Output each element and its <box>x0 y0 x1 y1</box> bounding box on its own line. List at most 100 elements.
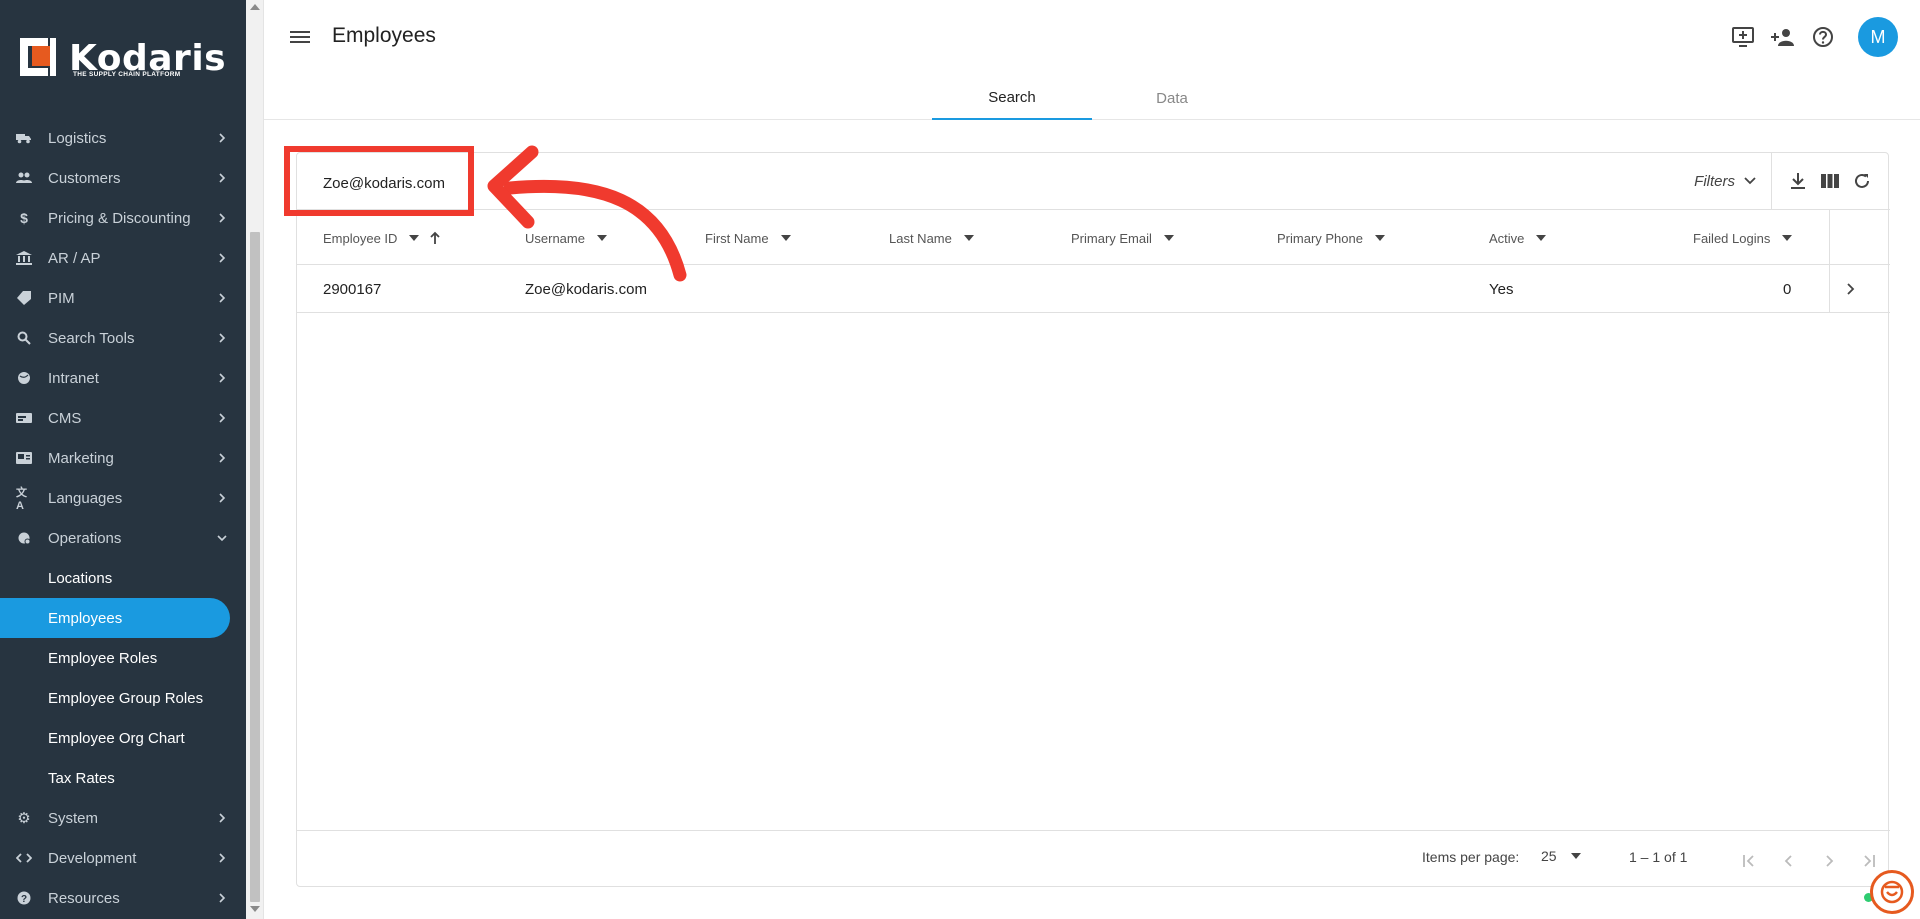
column-header-primary-phone[interactable]: Primary Phone <box>1277 210 1385 266</box>
brand-tagline: THE SUPPLY CHAIN PLATFORM <box>73 71 181 78</box>
items-per-page-select[interactable]: 25 <box>1541 848 1581 864</box>
dollar-icon: $ <box>20 210 28 226</box>
sidebar-item-label: Customers <box>48 169 121 187</box>
download-icon[interactable] <box>1782 165 1814 197</box>
sidebar-item-label: Logistics <box>48 129 107 147</box>
sort-dropdown-icon <box>780 235 791 241</box>
sidebar-item-ar-ap[interactable]: AR / AP <box>0 238 246 278</box>
sidebar-item-development[interactable]: Development <box>0 838 246 878</box>
help-circle-icon[interactable] <box>1810 24 1836 50</box>
gear-icon: ⚙ <box>17 810 31 827</box>
sidebar-item-label: Employees <box>48 609 123 627</box>
first-page-icon[interactable] <box>1729 843 1769 879</box>
row-open-chevron-icon[interactable] <box>1845 265 1857 313</box>
sidebar-subitem-employee-org-chart[interactable]: Employee Org Chart <box>0 718 246 758</box>
column-header-first-name[interactable]: First Name <box>705 210 791 266</box>
sidebar-item-pricing[interactable]: $ Pricing & Discounting <box>0 198 246 238</box>
chevron-right-icon <box>219 493 226 503</box>
svg-text:?: ? <box>21 894 27 905</box>
scrollbar-thumb[interactable] <box>250 232 260 902</box>
sidebar-item-intranet[interactable]: Intranet <box>0 358 246 398</box>
column-label: Employee ID <box>323 230 398 246</box>
app-root: Kodaris THE SUPPLY CHAIN PLATFORM Logist… <box>0 0 1920 919</box>
sidebar-item-logistics[interactable]: Logistics <box>0 118 246 158</box>
page-tabs: Search Data <box>932 76 1252 120</box>
chevron-right-icon <box>219 333 226 343</box>
sidebar-subitem-tax-rates[interactable]: Tax Rates <box>0 758 246 798</box>
add-person-icon[interactable] <box>1770 24 1796 50</box>
translate-icon: 文A <box>16 487 27 512</box>
sidebar-item-label: Marketing <box>48 449 114 467</box>
column-header-primary-email[interactable]: Primary Email <box>1071 210 1174 266</box>
column-label: Last Name <box>889 230 952 246</box>
column-header-last-name[interactable]: Last Name <box>889 210 974 266</box>
chevron-down-icon <box>1744 177 1756 185</box>
column-header-active[interactable]: Active <box>1489 210 1547 266</box>
sidebar-item-pim[interactable]: PIM <box>0 278 246 318</box>
columns-icon[interactable] <box>1814 165 1846 197</box>
add-to-screen-icon[interactable] <box>1730 24 1756 50</box>
sort-dropdown-icon <box>1536 235 1547 241</box>
hamburger-menu-icon[interactable] <box>290 28 312 46</box>
sidebar-item-marketing[interactable]: Marketing <box>0 438 246 478</box>
dropdown-arrow-icon <box>1570 853 1581 859</box>
sidebar-item-label: System <box>48 809 99 827</box>
sidebar-item-label: Employee Org Chart <box>48 729 185 747</box>
tab-data[interactable]: Data <box>1092 76 1252 120</box>
chevron-right-icon <box>219 213 226 223</box>
pager-controls <box>1729 843 1889 879</box>
column-label: First Name <box>705 230 769 246</box>
chevron-right-icon <box>219 133 226 143</box>
refresh-icon[interactable] <box>1846 165 1878 197</box>
sidebar-item-label: Languages <box>48 489 123 507</box>
previous-page-icon[interactable] <box>1769 843 1809 879</box>
items-per-page-value: 25 <box>1541 848 1557 864</box>
scroll-up-arrow-icon[interactable] <box>250 4 260 10</box>
column-header-employee-id[interactable]: Employee ID <box>323 210 441 266</box>
column-header-failed-logins[interactable]: Failed Logins <box>1693 210 1793 266</box>
sort-dropdown-icon <box>963 235 974 241</box>
code-icon <box>16 851 32 865</box>
chevron-right-icon <box>219 413 226 423</box>
sidebar-subitem-employee-roles[interactable]: Employee Roles <box>0 638 246 678</box>
cms-icon <box>16 411 32 425</box>
page-title: Employees <box>332 24 436 47</box>
sidebar: Kodaris THE SUPPLY CHAIN PLATFORM Logist… <box>0 0 246 919</box>
pointer-arrow-annotation <box>487 145 687 282</box>
chevron-right-icon <box>219 173 226 183</box>
sidebar-item-operations[interactable]: Operations <box>0 518 246 558</box>
sidebar-subitem-employee-group-roles[interactable]: Employee Group Roles <box>0 678 246 718</box>
truck-icon <box>16 131 32 145</box>
chat-support-icon[interactable] <box>1870 870 1914 914</box>
chevron-right-icon <box>219 853 226 863</box>
sort-dropdown-icon <box>1163 235 1174 241</box>
sidebar-item-label: Operations <box>48 529 122 547</box>
chevron-right-icon <box>219 453 226 463</box>
sidebar-item-customers[interactable]: Customers <box>0 158 246 198</box>
next-page-icon[interactable] <box>1809 843 1849 879</box>
chevron-down-icon <box>217 535 227 542</box>
sidebar-item-search-tools[interactable]: Search Tools <box>0 318 246 358</box>
sidebar-item-label: Employee Group Roles <box>48 689 204 707</box>
chevron-right-icon <box>219 293 226 303</box>
sidebar-item-system[interactable]: ⚙ System <box>0 798 246 838</box>
sidebar-scrollbar[interactable] <box>246 0 264 919</box>
filters-button[interactable]: Filters <box>1694 153 1772 209</box>
sidebar-item-languages[interactable]: 文A Languages <box>0 478 246 518</box>
sidebar-item-cms[interactable]: CMS <box>0 398 246 438</box>
sort-ascending-icon <box>430 231 441 244</box>
marketing-icon <box>16 451 32 465</box>
sidebar-item-resources[interactable]: ? Resources <box>0 878 246 918</box>
sidebar-subitem-employees[interactable]: Employees <box>0 598 230 638</box>
sidebar-item-label: Development <box>48 849 137 867</box>
people-icon <box>16 171 32 185</box>
tab-search[interactable]: Search <box>932 76 1092 120</box>
chevron-right-icon <box>219 373 226 383</box>
scroll-down-arrow-icon[interactable] <box>250 906 260 912</box>
sort-dropdown-icon <box>1782 235 1793 241</box>
sidebar-item-label: Search Tools <box>48 329 135 347</box>
avatar[interactable]: M <box>1858 17 1898 57</box>
chevron-right-icon <box>219 253 226 263</box>
sidebar-subitem-locations[interactable]: Locations <box>0 558 246 598</box>
logo[interactable]: Kodaris THE SUPPLY CHAIN PLATFORM <box>0 0 246 110</box>
